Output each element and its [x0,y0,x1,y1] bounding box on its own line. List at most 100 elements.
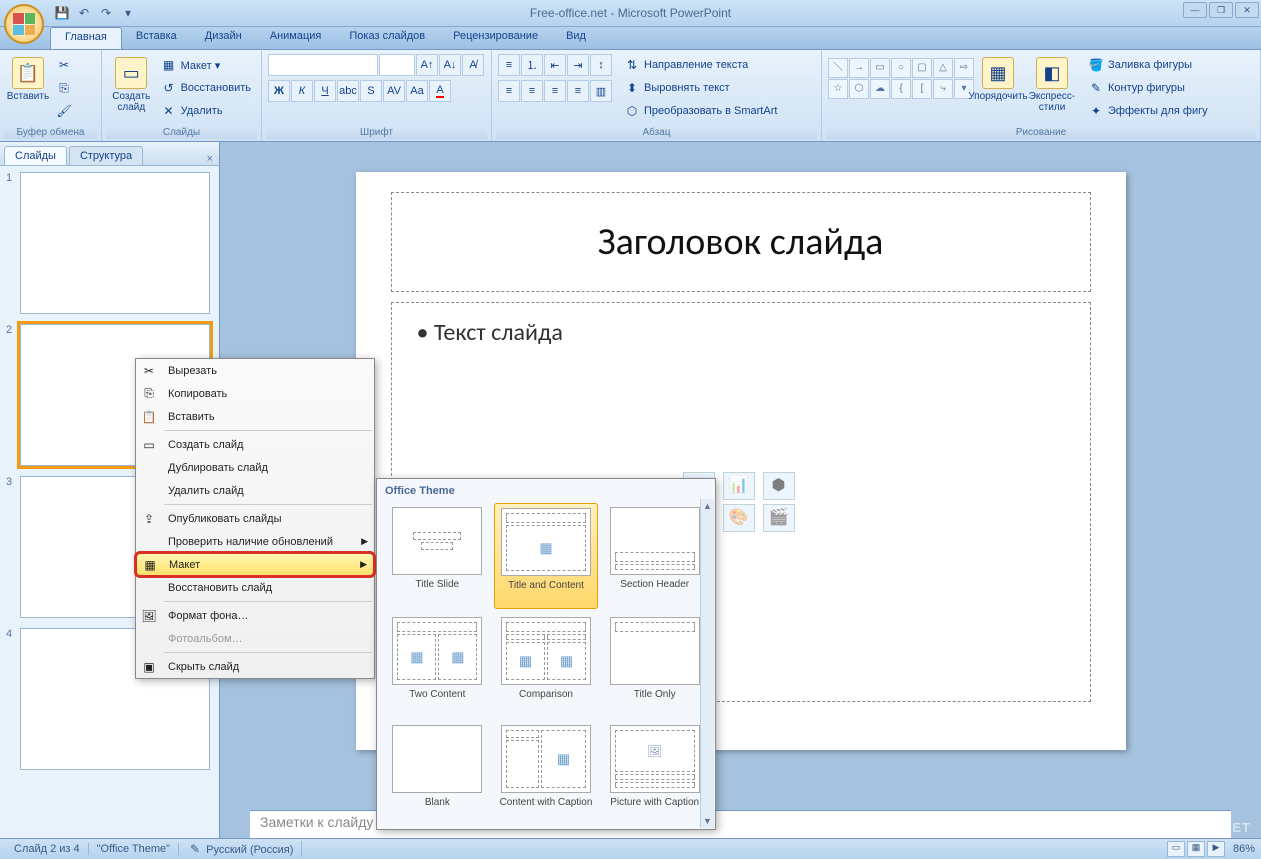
arrange-button[interactable]: ▦ Упорядочить [976,54,1020,102]
shape-arrow2-icon[interactable]: ⇨ [954,58,974,78]
ctx-copy[interactable]: ⎘Копировать [136,382,374,405]
format-painter-button[interactable]: 🖌 [52,100,76,122]
save-icon[interactable]: 💾 [52,3,72,23]
shape-triangle-icon[interactable]: △ [933,58,953,78]
bullets-button[interactable]: ≡ [498,54,520,76]
layout-button[interactable]: ▦Макет ▾ [157,54,255,76]
title-placeholder[interactable]: Заголовок слайда [391,192,1091,292]
ctx-new-slide[interactable]: ▭Создать слайд [136,433,374,456]
layout-section-header[interactable]: Section Header [602,503,707,609]
case-button[interactable]: Aa [406,80,428,102]
shape-connector-icon[interactable]: ⤷ [933,79,953,99]
zoom-value[interactable]: 86% [1233,843,1255,855]
close-button[interactable]: ✕ [1235,2,1259,18]
minimize-button[interactable]: — [1183,2,1207,18]
ctx-delete[interactable]: Удалить слайд [136,479,374,502]
insert-clipart-icon[interactable]: 🎨 [723,504,755,532]
shape-fill-button[interactable]: 🪣Заливка фигуры [1084,54,1212,76]
ctx-check-updates[interactable]: Проверить наличие обновлений▶ [136,530,374,553]
shape-line-icon[interactable]: ＼ [828,58,848,78]
layout-comparison[interactable]: Comparison [494,613,599,717]
new-slide-button[interactable]: ▭ Создать слайд [108,54,155,113]
ctx-cut[interactable]: ✂Вырезать [136,359,374,382]
shapes-gallery[interactable]: ＼→▭○▢△⇨ ☆⬡☁{[⤷▾ [828,54,974,99]
sorter-view-button[interactable]: ▦ [1187,841,1205,857]
ctx-reset[interactable]: Восстановить слайд [136,576,374,599]
maximize-button[interactable]: ❐ [1209,2,1233,18]
layout-title-content[interactable]: Title and Content [494,503,599,609]
layout-title-slide[interactable]: Title Slide [385,503,490,609]
ctx-paste[interactable]: 📋Вставить [136,405,374,428]
redo-icon[interactable]: ↷ [96,3,116,23]
shape-rect-icon[interactable]: ▭ [870,58,890,78]
align-right-button[interactable]: ≡ [544,80,566,102]
text-direction-button[interactable]: ⇅Направление текста [620,54,781,76]
panel-close-icon[interactable]: × [207,153,213,165]
layout-blank[interactable]: Blank [385,721,490,819]
shape-brace-icon[interactable]: { [891,79,911,99]
line-spacing-button[interactable]: ↕ [590,54,612,76]
shadow-button[interactable]: S [360,80,382,102]
ctx-layout[interactable]: ▦Макет▶ [136,553,374,576]
shape-roundrect-icon[interactable]: ▢ [912,58,932,78]
office-button[interactable] [4,4,44,44]
font-family-select[interactable] [268,54,378,76]
paste-button[interactable]: 📋 Вставить [6,54,50,102]
delete-button[interactable]: ✕Удалить [157,100,255,122]
tab-design[interactable]: Дизайн [191,27,256,49]
increase-indent-button[interactable]: ⇥ [567,54,589,76]
shape-arrow-icon[interactable]: → [849,58,869,78]
smartart-button[interactable]: ⬡Преобразовать в SmartArt [620,100,781,122]
layout-title-only[interactable]: Title Only [602,613,707,717]
font-color-button[interactable]: A [429,80,451,102]
panel-tab-slides[interactable]: Слайды [4,146,67,165]
insert-chart-icon[interactable]: 📊 [723,472,755,500]
shape-cloud-icon[interactable]: ☁ [870,79,890,99]
tab-home[interactable]: Главная [50,27,122,49]
strike-button[interactable]: abc [337,80,359,102]
tab-animation[interactable]: Анимация [256,27,336,49]
ctx-duplicate[interactable]: Дублировать слайд [136,456,374,479]
insert-smartart-icon[interactable]: ⬢ [763,472,795,500]
flyout-scrollbar[interactable] [700,499,714,828]
panel-tab-outline[interactable]: Структура [69,146,143,165]
layout-two-content[interactable]: Two Content [385,613,490,717]
status-language[interactable]: ✎ Русский (Россия) [179,841,302,857]
shape-effects-button[interactable]: ✦Эффекты для фигу [1084,100,1212,122]
insert-media-icon[interactable]: 🎬 [763,504,795,532]
layout-content-caption[interactable]: Content with Caption [494,721,599,819]
reset-button[interactable]: ↺Восстановить [157,77,255,99]
shape-outline-button[interactable]: ✎Контур фигуры [1084,77,1212,99]
cut-button[interactable]: ✂ [52,54,76,76]
align-text-button[interactable]: ⬍Выровнять текст [620,77,781,99]
font-size-select[interactable] [379,54,415,76]
normal-view-button[interactable]: ▭ [1167,841,1185,857]
align-center-button[interactable]: ≡ [521,80,543,102]
undo-icon[interactable]: ↶ [74,3,94,23]
justify-button[interactable]: ≡ [567,80,589,102]
italic-button[interactable]: К [291,80,313,102]
quick-styles-button[interactable]: ◧ Экспресс-стили [1022,54,1082,113]
ctx-format-bg[interactable]: 🖼Формат фона… [136,604,374,627]
bold-button[interactable]: Ж [268,80,290,102]
ctx-hide[interactable]: ▣Скрыть слайд [136,655,374,678]
grow-font-button[interactable]: A↑ [416,54,438,76]
columns-button[interactable]: ▥ [590,80,612,102]
tab-slideshow[interactable]: Показ слайдов [335,27,439,49]
layout-picture-caption[interactable]: 🖼 Picture with Caption [602,721,707,819]
shrink-font-button[interactable]: A↓ [439,54,461,76]
tab-review[interactable]: Рецензирование [439,27,552,49]
ctx-publish[interactable]: ⇪Опубликовать слайды [136,507,374,530]
shape-hex-icon[interactable]: ⬡ [849,79,869,99]
numbering-button[interactable]: ⒈ [521,54,543,76]
tab-view[interactable]: Вид [552,27,600,49]
underline-button[interactable]: Ч [314,80,336,102]
shape-ellipse-icon[interactable]: ○ [891,58,911,78]
spacing-button[interactable]: AV [383,80,405,102]
clear-format-button[interactable]: A̸ [462,54,484,76]
qat-dropdown-icon[interactable]: ▾ [118,3,138,23]
shape-star-icon[interactable]: ☆ [828,79,848,99]
decrease-indent-button[interactable]: ⇤ [544,54,566,76]
shape-bracket-icon[interactable]: [ [912,79,932,99]
slideshow-view-button[interactable]: ▶ [1207,841,1225,857]
